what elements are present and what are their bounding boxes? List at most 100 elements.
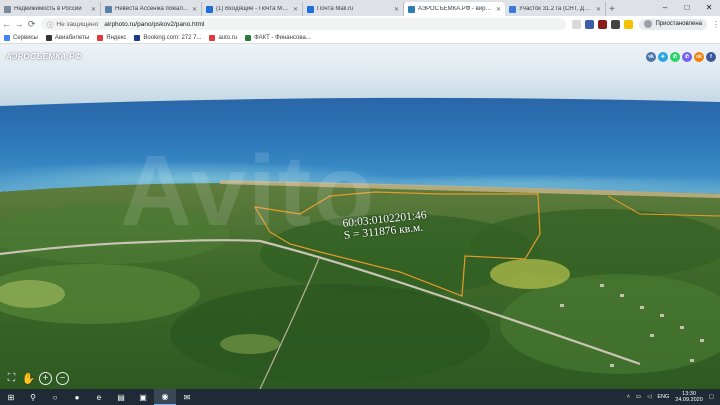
url-text: airphoto.ru/pano/pskov2/pano.html [104, 20, 205, 28]
avatar [644, 20, 653, 28]
profile-status: Приостановлена [655, 21, 702, 27]
extension-icon[interactable] [598, 19, 608, 29]
tab-favicon-icon [206, 5, 213, 13]
new-tab-button[interactable]: + [606, 2, 618, 16]
bookmark-item[interactable]: auto.ru [209, 34, 238, 41]
extension-icon[interactable] [611, 19, 621, 29]
extension-icon[interactable] [585, 19, 595, 29]
facebook-icon[interactable]: f [706, 52, 716, 62]
profile-button[interactable]: Приостановлена [639, 18, 707, 30]
close-tab-icon[interactable]: ✕ [496, 6, 501, 13]
tab-favicon-icon [4, 5, 11, 13]
browser-menu-button[interactable]: ⋮ [712, 20, 720, 29]
browser-tab[interactable]: Недвижимость в России ✕ [0, 2, 101, 16]
system-tray: ˄ ▭ ◁ ENG 13:30 24.09.2020 ▢ [627, 389, 714, 405]
chevron-up-icon[interactable]: ˄ [627, 394, 630, 400]
bookmark-label: Авиабилеты [54, 34, 90, 41]
close-window-button[interactable]: ✕ [698, 0, 720, 14]
bookmark-label: Booking.com: 272 7... [143, 34, 202, 41]
site-logo[interactable]: АЭРОСЪЕМКА.РФ [6, 52, 81, 61]
bookmark-icon [45, 34, 52, 41]
window-controls: – □ ✕ [654, 0, 720, 14]
tab-favicon-icon [307, 5, 314, 13]
cortana-icon[interactable]: ○ [44, 389, 66, 405]
panorama-viewport[interactable]: Avito АЭРОСЪЕМКА.РФ vk ✈ ✆ ✆ ok f 60:03:01022… [0, 44, 720, 389]
edge-icon[interactable]: e [88, 389, 110, 405]
bookmark-icon [134, 34, 141, 41]
info-icon[interactable]: ⓘ [47, 19, 54, 29]
store-icon[interactable]: ▣ [132, 389, 154, 405]
zoom-out-icon[interactable]: − [56, 372, 69, 385]
clock[interactable]: 13:30 24.09.2020 [675, 391, 703, 403]
reload-button[interactable]: ⟳ [25, 19, 38, 30]
bookmark-item[interactable]: Booking.com: 272 7... [134, 34, 202, 41]
address-bar[interactable]: ⓘ Не защищено airphoto.ru/pano/pskov2/pa… [40, 18, 567, 30]
panorama-controls: ⛶ ✋ + − [5, 372, 69, 385]
browser-tab[interactable]: Почта Mail.ru ✕ [303, 2, 404, 16]
odnoklassniki-icon[interactable]: ok [694, 52, 704, 62]
browser-tab[interactable]: Невеста Ассенжа пожаловал ✕ [101, 2, 202, 16]
bookmark-label: ФАКТ - Финансова... [254, 34, 311, 41]
network-icon[interactable]: ▭ [636, 394, 641, 400]
avito-watermark: Avito [120, 135, 377, 247]
taskbar-apps: ○ ● e ▤ ▣ ◉ ✉ [44, 389, 198, 405]
viber-icon[interactable]: ✆ [682, 52, 692, 62]
browser-toolbar: ← → ⟳ ⓘ Не защищено airphoto.ru/pano/psk… [0, 16, 720, 32]
whatsapp-icon[interactable]: ✆ [670, 52, 680, 62]
tab-favicon-icon [408, 5, 415, 13]
notifications-icon[interactable]: ▢ [709, 394, 714, 400]
tab-title: Участок 31.2 га (СНТ, ДНП) н [519, 6, 594, 12]
hand-icon[interactable]: ✋ [22, 372, 36, 385]
maximize-button[interactable]: □ [676, 0, 698, 14]
bookmark-item[interactable]: Сервисы [4, 34, 38, 41]
bookmarks-bar: Сервисы Авиабилеты Яндекс Booking.com: 272 … [0, 32, 720, 44]
bookmark-label: auto.ru [218, 34, 238, 41]
bookmark-icon [209, 34, 216, 41]
bookmark-label: Сервисы [13, 34, 38, 41]
tab-title: (1) Входящие - Почта Mail.ru [216, 6, 291, 12]
tab-title: Почта Mail.ru [317, 6, 354, 12]
bookmark-icon [4, 34, 10, 41]
start-button[interactable]: ⊞ [0, 389, 22, 405]
clock-date: 24.09.2020 [675, 397, 703, 403]
security-status: Не защищено [56, 20, 99, 28]
telegram-icon[interactable]: ✈ [658, 52, 668, 62]
extension-icons [572, 19, 634, 29]
star-icon[interactable] [572, 19, 582, 29]
close-tab-icon[interactable]: ✕ [596, 6, 601, 13]
vk-icon[interactable]: vk [646, 52, 656, 62]
close-tab-icon[interactable]: ✕ [394, 6, 399, 13]
bookmark-item[interactable]: Авиабилеты [45, 34, 90, 41]
bookmark-item[interactable]: Яндекс [97, 34, 127, 41]
forward-button[interactable]: → [13, 19, 26, 29]
explorer-icon[interactable]: ▤ [110, 389, 132, 405]
browser-tab[interactable]: Участок 31.2 га (СНТ, ДНП) н ✕ [505, 2, 606, 16]
fullscreen-icon[interactable]: ⛶ [5, 372, 18, 385]
tab-favicon-icon [509, 5, 516, 13]
chrome-icon[interactable]: ◉ [154, 389, 176, 405]
zoom-in-icon[interactable]: + [39, 372, 52, 385]
back-button[interactable]: ← [0, 19, 13, 29]
windows-taskbar: ⊞ ⚲ ○ ● e ▤ ▣ ◉ ✉ ˄ ▭ ◁ ENG 13:30 24.09.2020 ▢ [0, 389, 720, 405]
close-tab-icon[interactable]: ✕ [293, 6, 298, 13]
search-icon[interactable]: ⚲ [22, 389, 44, 405]
browser-app-icon[interactable]: ● [66, 389, 88, 405]
bookmark-label: Яндекс [106, 34, 127, 41]
tab-strip: Недвижимость в России ✕ Невеста Ассенжа по… [0, 0, 720, 16]
tab-favicon-icon [105, 5, 112, 13]
minimize-button[interactable]: – [654, 0, 676, 14]
close-tab-icon[interactable]: ✕ [192, 6, 197, 13]
tab-title: АЭРОСЪЕМКА.РФ - виртуаль [418, 6, 494, 12]
browser-tab[interactable]: (1) Входящие - Почта Mail.ru ✕ [202, 2, 303, 16]
bookmark-icon [245, 34, 252, 41]
bookmark-icon [97, 34, 104, 41]
share-icons: vk ✈ ✆ ✆ ok f [646, 52, 716, 62]
language-indicator[interactable]: ENG [657, 394, 669, 400]
extension-icon[interactable] [624, 19, 634, 29]
close-tab-icon[interactable]: ✕ [91, 6, 96, 13]
tab-list: Недвижимость в России ✕ Невеста Ассенжа по… [0, 0, 606, 16]
mail-icon[interactable]: ✉ [176, 389, 198, 405]
bookmark-item[interactable]: ФАКТ - Финансова... [245, 34, 311, 41]
browser-tab[interactable]: АЭРОСЪЕМКА.РФ - виртуаль ✕ [404, 2, 505, 16]
volume-icon[interactable]: ◁ [647, 394, 651, 400]
